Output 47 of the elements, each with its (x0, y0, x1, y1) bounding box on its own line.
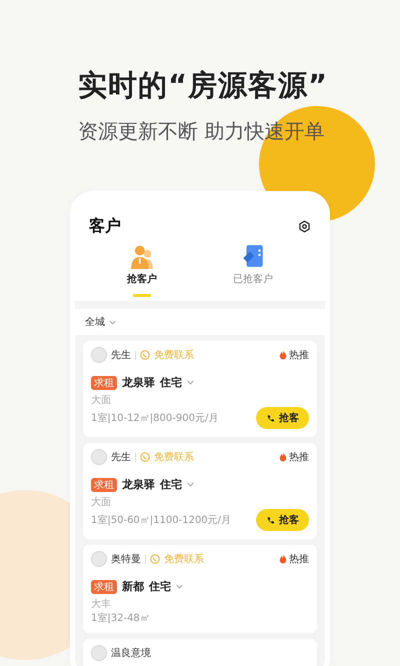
screen-title: 客户 (89, 216, 121, 237)
property-type: 住宅 (149, 579, 171, 594)
tab[interactable]: 已抢客户 (233, 243, 273, 301)
chevron-down-icon[interactable] (109, 320, 116, 324)
chevron-down-icon[interactable] (176, 584, 183, 589)
phone-icon (266, 414, 275, 422)
phone-icon (266, 516, 275, 524)
city-filter[interactable]: 全城 (85, 315, 105, 329)
customer-name: 温良意境 (111, 646, 151, 660)
phone-icon (140, 350, 150, 360)
person-icon (129, 243, 155, 269)
tab[interactable]: 抢客户 (127, 243, 157, 301)
customer-name: 先生 (111, 348, 131, 362)
grab-button[interactable]: 抢客 (256, 407, 309, 429)
grab-button[interactable]: 抢客 (256, 509, 309, 531)
district-text: 大面 (91, 394, 112, 407)
specs-text: 1室|32-48㎡ (91, 612, 150, 625)
location-text: 龙泉驿 (122, 375, 155, 390)
location-text: 新都 (122, 579, 144, 594)
flame-icon (279, 554, 287, 564)
headline: 实时的“房源客源” (77, 67, 330, 104)
rent-tag: 求租 (91, 478, 117, 492)
district-text: 大面 (91, 496, 112, 509)
phone-icon (150, 554, 160, 564)
flame-icon (279, 350, 287, 360)
hot-label: 热推 (279, 450, 309, 464)
settings-icon[interactable] (298, 220, 311, 233)
specs-text: 1室|50-60㎡|1100-1200元/月 (91, 514, 232, 527)
flame-icon (279, 452, 287, 462)
rent-tag: 求租 (91, 376, 117, 390)
customer-name: 先生 (111, 450, 131, 464)
customer-name: 奥特曼 (111, 552, 141, 566)
phone-icon (140, 452, 150, 462)
property-type: 住宅 (160, 375, 182, 390)
avatar (91, 449, 107, 465)
hot-label: 热推 (279, 552, 309, 566)
rent-tag: 求租 (91, 580, 117, 594)
chevron-down-icon[interactable] (187, 380, 194, 385)
district-text: 大丰 (91, 598, 112, 611)
avatar (91, 551, 107, 567)
avatar (91, 645, 107, 661)
chevron-down-icon[interactable] (187, 482, 194, 487)
location-text: 龙泉驿 (122, 477, 155, 492)
specs-text: 1室|10-12㎡|800-900元/月 (91, 412, 218, 425)
avatar (91, 347, 107, 363)
property-type: 住宅 (160, 477, 182, 492)
hot-label: 热推 (279, 348, 309, 362)
